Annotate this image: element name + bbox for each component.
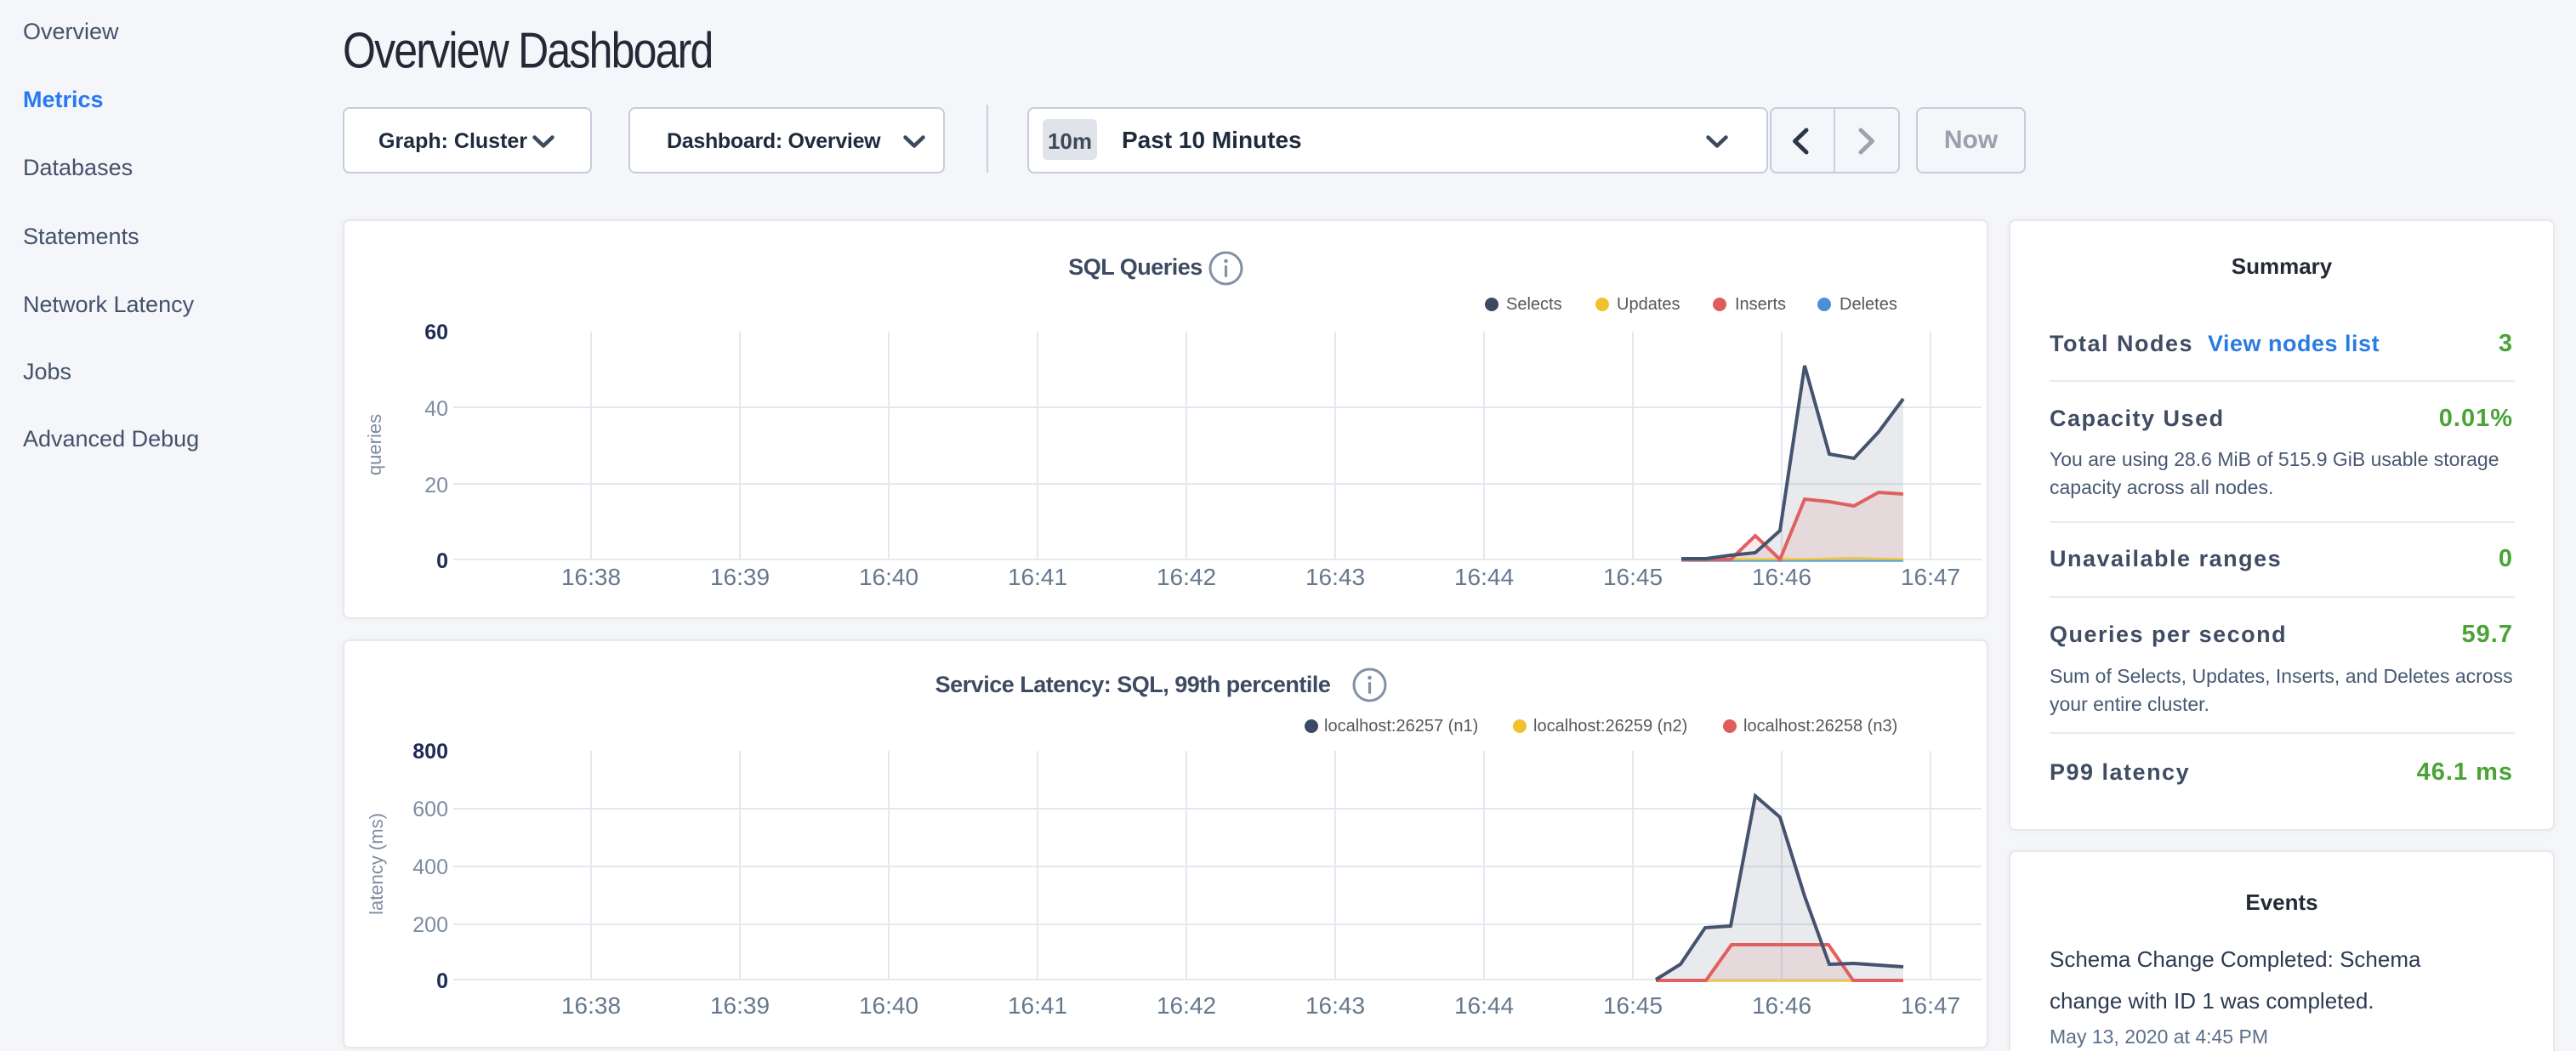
svg-text:16:39: 16:39: [710, 992, 770, 1019]
svg-text:16:40: 16:40: [859, 564, 918, 590]
svg-text:200: 200: [412, 913, 448, 937]
svg-text:16:44: 16:44: [1454, 564, 1514, 590]
svg-text:16:46: 16:46: [1752, 992, 1811, 1019]
svg-text:16:38: 16:38: [561, 564, 621, 590]
svg-text:16:42: 16:42: [1157, 564, 1216, 590]
svg-text:16:47: 16:47: [1901, 992, 1960, 1019]
svg-text:16:46: 16:46: [1752, 564, 1811, 590]
svg-text:16:41: 16:41: [1008, 992, 1067, 1019]
svg-text:60: 60: [424, 321, 448, 344]
svg-text:0: 0: [436, 549, 448, 573]
svg-text:16:43: 16:43: [1305, 992, 1365, 1019]
svg-text:16:45: 16:45: [1603, 992, 1663, 1019]
svg-text:queries: queries: [364, 414, 385, 475]
svg-text:0: 0: [436, 969, 448, 993]
svg-text:40: 40: [424, 397, 448, 421]
svg-text:16:39: 16:39: [710, 564, 770, 590]
svg-text:400: 400: [412, 855, 448, 879]
svg-text:16:44: 16:44: [1454, 992, 1514, 1019]
svg-text:latency (ms): latency (ms): [366, 813, 387, 915]
svg-text:16:43: 16:43: [1305, 564, 1365, 590]
svg-text:16:38: 16:38: [561, 992, 621, 1019]
svg-text:16:47: 16:47: [1901, 564, 1960, 590]
svg-text:16:40: 16:40: [859, 992, 918, 1019]
svg-text:600: 600: [412, 798, 448, 821]
svg-text:16:45: 16:45: [1603, 564, 1663, 590]
svg-text:16:41: 16:41: [1008, 564, 1067, 590]
svg-text:16:42: 16:42: [1157, 992, 1216, 1019]
svg-text:20: 20: [424, 474, 448, 497]
svg-text:800: 800: [412, 740, 448, 764]
